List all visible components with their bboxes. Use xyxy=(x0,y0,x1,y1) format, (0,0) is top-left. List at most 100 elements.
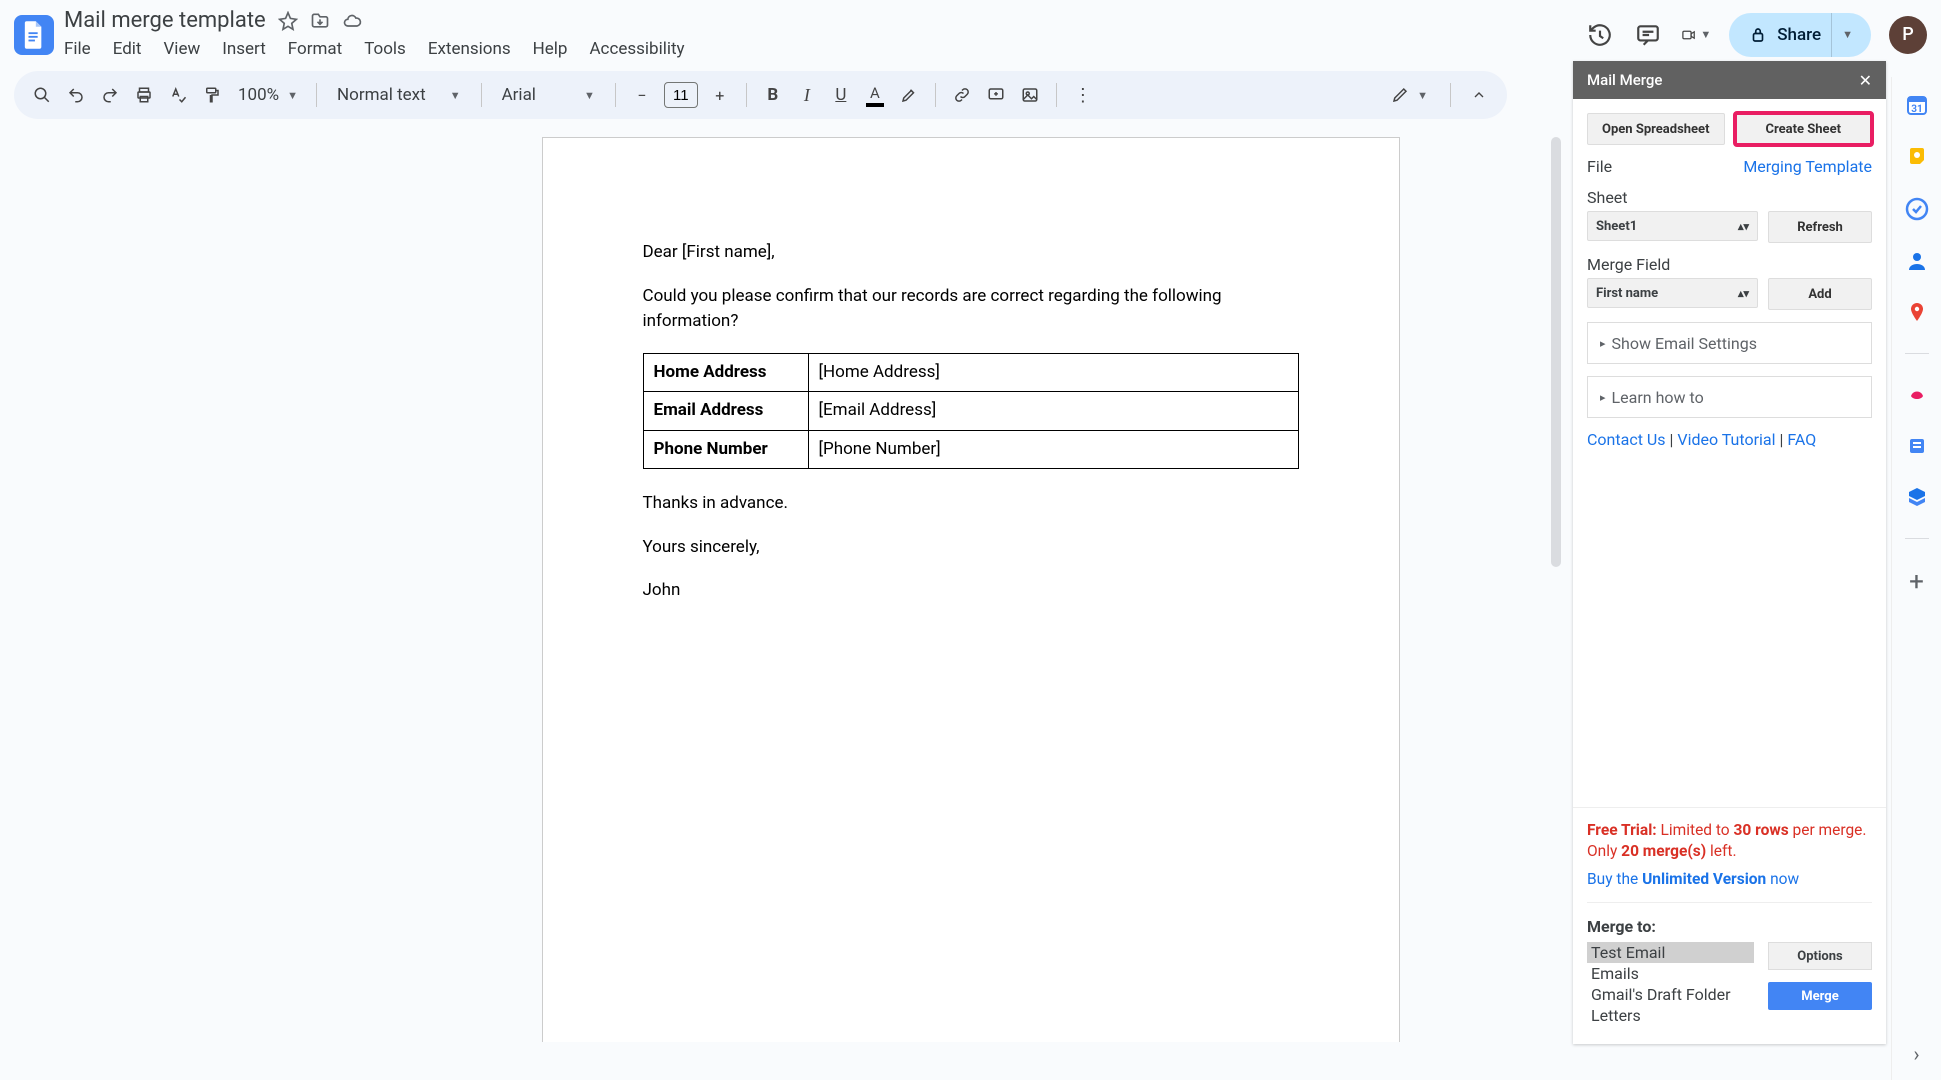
sidebar-title: Mail Merge xyxy=(1587,71,1662,89)
show-email-settings-toggle[interactable]: ▸Show Email Settings xyxy=(1587,322,1872,364)
zoom-value: 100% xyxy=(238,85,279,105)
font-size-decrease-icon[interactable]: − xyxy=(628,81,656,109)
calendar-icon[interactable]: 31 xyxy=(1905,93,1929,117)
file-label: File xyxy=(1587,157,1612,176)
table-row: Phone Number[Phone Number] xyxy=(643,430,1298,469)
merge-to-label: Merge to: xyxy=(1587,917,1872,936)
share-label: Share xyxy=(1777,25,1821,45)
refresh-button[interactable]: Refresh xyxy=(1768,211,1872,243)
insert-comment-icon[interactable] xyxy=(982,81,1010,109)
toolbar: 100%▼ Normal text▼ Arial▼ − + B I U A ⋮ … xyxy=(14,71,1507,119)
options-button[interactable]: Options xyxy=(1768,942,1872,970)
menu-help[interactable]: Help xyxy=(533,39,568,59)
insert-link-icon[interactable] xyxy=(948,81,976,109)
font-select[interactable]: Arial▼ xyxy=(494,85,603,105)
highlight-icon[interactable] xyxy=(895,81,923,109)
menu-extensions[interactable]: Extensions xyxy=(428,39,511,59)
signature-line[interactable]: John xyxy=(643,578,1299,604)
open-spreadsheet-button[interactable]: Open Spreadsheet xyxy=(1587,113,1725,145)
insert-image-icon[interactable] xyxy=(1016,81,1044,109)
menu-format[interactable]: Format xyxy=(288,39,342,59)
addon-icon[interactable] xyxy=(1905,382,1929,406)
table-row: Home Address[Home Address] xyxy=(643,353,1298,392)
avatar[interactable]: P xyxy=(1889,16,1927,54)
closing-line[interactable]: Yours sincerely, xyxy=(643,535,1299,561)
records-table[interactable]: Home Address[Home Address] Email Address… xyxy=(643,353,1299,470)
zoom-select[interactable]: 100%▼ xyxy=(232,85,304,105)
trial-notice: Free Trial: Limited to 30 rows per merge… xyxy=(1587,820,1872,862)
close-icon[interactable]: ✕ xyxy=(1859,71,1872,90)
more-icon[interactable]: ⋮ xyxy=(1069,81,1097,109)
menu-file[interactable]: File xyxy=(64,39,91,59)
merge-to-option[interactable]: Emails xyxy=(1587,963,1754,984)
document-page: Dear [First name], Could you please conf… xyxy=(542,137,1400,1042)
scrollbar[interactable] xyxy=(1551,137,1561,567)
side-panel-rail: 31 + › xyxy=(1891,77,1941,1080)
learn-how-toggle[interactable]: ▸Learn how to xyxy=(1587,376,1872,418)
undo-icon[interactable] xyxy=(62,81,90,109)
hide-side-panel-icon[interactable]: › xyxy=(1913,1042,1919,1080)
merging-template-link[interactable]: Merging Template xyxy=(1743,157,1872,176)
merge-button[interactable]: Merge xyxy=(1768,982,1872,1010)
menu-view[interactable]: View xyxy=(163,39,200,59)
video-tutorial-link[interactable]: Video Tutorial xyxy=(1677,430,1775,449)
merge-field-select[interactable]: First name▴▾ xyxy=(1587,278,1758,308)
move-icon[interactable] xyxy=(310,11,330,31)
table-row: Email Address[Email Address] xyxy=(643,392,1298,431)
paragraph-style-select[interactable]: Normal text▼ xyxy=(329,85,469,105)
share-button[interactable]: Share ▼ xyxy=(1729,13,1871,57)
merge-to-option[interactable]: Gmail's Draft Folder xyxy=(1587,984,1754,1005)
italic-icon[interactable]: I xyxy=(793,81,821,109)
editing-mode-select[interactable]: ▼ xyxy=(1383,86,1436,104)
print-icon[interactable] xyxy=(130,81,158,109)
intro-paragraph[interactable]: Could you please confirm that our record… xyxy=(643,284,1299,335)
collapse-toolbar-icon[interactable] xyxy=(1465,81,1493,109)
faq-link[interactable]: FAQ xyxy=(1787,430,1816,449)
keep-icon[interactable] xyxy=(1905,145,1929,169)
paint-format-icon[interactable] xyxy=(198,81,226,109)
merge-field-label: Merge Field xyxy=(1587,255,1872,274)
comments-icon[interactable] xyxy=(1633,20,1663,50)
sheet-select[interactable]: Sheet1▴▾ xyxy=(1587,211,1758,241)
cloud-status-icon[interactable] xyxy=(342,11,362,31)
share-dropdown-icon[interactable]: ▼ xyxy=(1831,13,1863,57)
add-field-button[interactable]: Add xyxy=(1768,278,1872,310)
font-value: Arial xyxy=(502,85,536,105)
text-color-icon[interactable]: A xyxy=(861,81,889,109)
spellcheck-icon[interactable] xyxy=(164,81,192,109)
search-icon[interactable] xyxy=(28,81,56,109)
create-sheet-button[interactable]: Create Sheet xyxy=(1735,113,1873,145)
menu-insert[interactable]: Insert xyxy=(222,39,266,59)
history-icon[interactable] xyxy=(1585,20,1615,50)
merge-to-list[interactable]: Test Email Emails Gmail's Draft Folder L… xyxy=(1587,942,1754,1026)
maps-icon[interactable] xyxy=(1905,301,1929,325)
addon-icon-2[interactable] xyxy=(1905,434,1929,458)
get-addons-icon[interactable]: + xyxy=(1909,567,1924,597)
docs-logo[interactable] xyxy=(14,15,54,55)
menu-edit[interactable]: Edit xyxy=(113,39,142,59)
buy-unlimited-link[interactable]: Buy the Unlimited Version now xyxy=(1587,870,1799,888)
contact-us-link[interactable]: Contact Us xyxy=(1587,430,1666,449)
font-size-input[interactable] xyxy=(664,82,698,108)
thanks-line[interactable]: Thanks in advance. xyxy=(643,491,1299,517)
menubar: File Edit View Insert Format Tools Exten… xyxy=(64,35,1585,63)
greeting-line[interactable]: Dear [First name], xyxy=(643,240,1299,266)
star-icon[interactable] xyxy=(278,11,298,31)
contacts-icon[interactable] xyxy=(1905,249,1929,273)
underline-icon[interactable]: U xyxy=(827,81,855,109)
sheet-label: Sheet xyxy=(1587,188,1872,207)
menu-accessibility[interactable]: Accessibility xyxy=(589,39,684,59)
bold-icon[interactable]: B xyxy=(759,81,787,109)
doc-title[interactable]: Mail merge template xyxy=(64,8,266,33)
mail-merge-sidebar: Mail Merge ✕ Open Spreadsheet Create She… xyxy=(1573,61,1886,1044)
svg-text:31: 31 xyxy=(1911,104,1922,115)
meet-icon[interactable]: ▼ xyxy=(1681,20,1711,50)
merge-to-option[interactable]: Test Email xyxy=(1587,942,1754,963)
app-header: Mail merge template File Edit View Inser… xyxy=(0,0,1941,63)
tasks-icon[interactable] xyxy=(1905,197,1929,221)
font-size-increase-icon[interactable]: + xyxy=(706,81,734,109)
merge-to-option[interactable]: Letters xyxy=(1587,1005,1754,1026)
menu-tools[interactable]: Tools xyxy=(364,39,406,59)
addon-icon-3[interactable] xyxy=(1905,486,1929,510)
redo-icon[interactable] xyxy=(96,81,124,109)
